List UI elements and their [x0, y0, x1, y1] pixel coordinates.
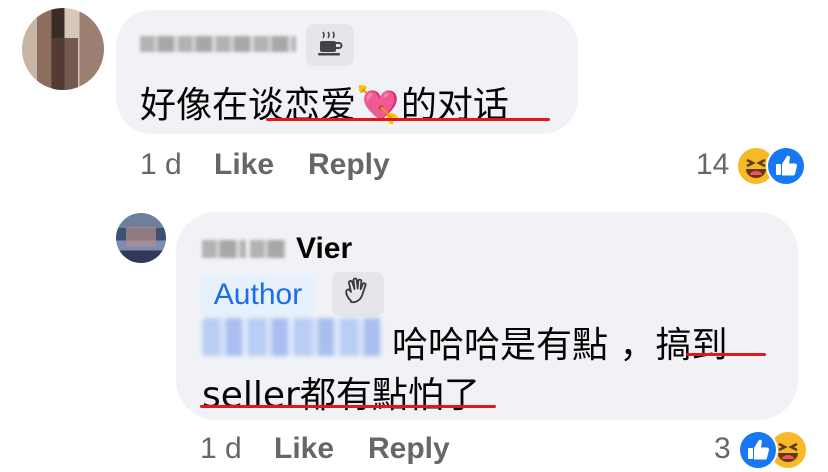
commenter-avatar[interactable] — [22, 8, 104, 90]
like-reaction-icon[interactable] — [766, 146, 806, 186]
author-badge: Author — [200, 274, 316, 316]
reply-text-line1: 哈哈哈是有點 ，搞到 — [392, 325, 728, 366]
coffee-cup-icon — [317, 29, 343, 62]
reply-timestamp[interactable]: 1 d — [200, 432, 242, 466]
greeter-badge[interactable] — [332, 272, 384, 316]
mentioned-user-blurred[interactable] — [202, 318, 382, 356]
author-name-blurred[interactable] — [202, 240, 246, 258]
comment-timestamp[interactable]: 1 d — [140, 148, 182, 182]
reply-button[interactable]: Reply — [368, 432, 450, 466]
author-name[interactable]: Vier — [296, 232, 352, 266]
red-underline-annotation — [200, 405, 496, 408]
waving-hand-icon — [343, 277, 373, 312]
red-underline-annotation — [686, 353, 766, 356]
like-button[interactable]: Like — [214, 148, 274, 182]
commenter-name-blurred[interactable] — [140, 36, 296, 52]
author-name-blurred[interactable] — [250, 240, 286, 258]
like-button[interactable]: Like — [274, 432, 334, 466]
author-avatar[interactable] — [116, 213, 166, 263]
reply-text-line2: seller都有點怕了 — [202, 375, 480, 416]
red-underline-annotation — [266, 118, 550, 121]
reaction-count[interactable]: 14 — [696, 148, 729, 182]
reply-button[interactable]: Reply — [308, 148, 390, 182]
fan-badge[interactable] — [306, 24, 354, 66]
reaction-count[interactable]: 3 — [714, 432, 731, 466]
like-reaction-icon[interactable] — [738, 430, 778, 470]
